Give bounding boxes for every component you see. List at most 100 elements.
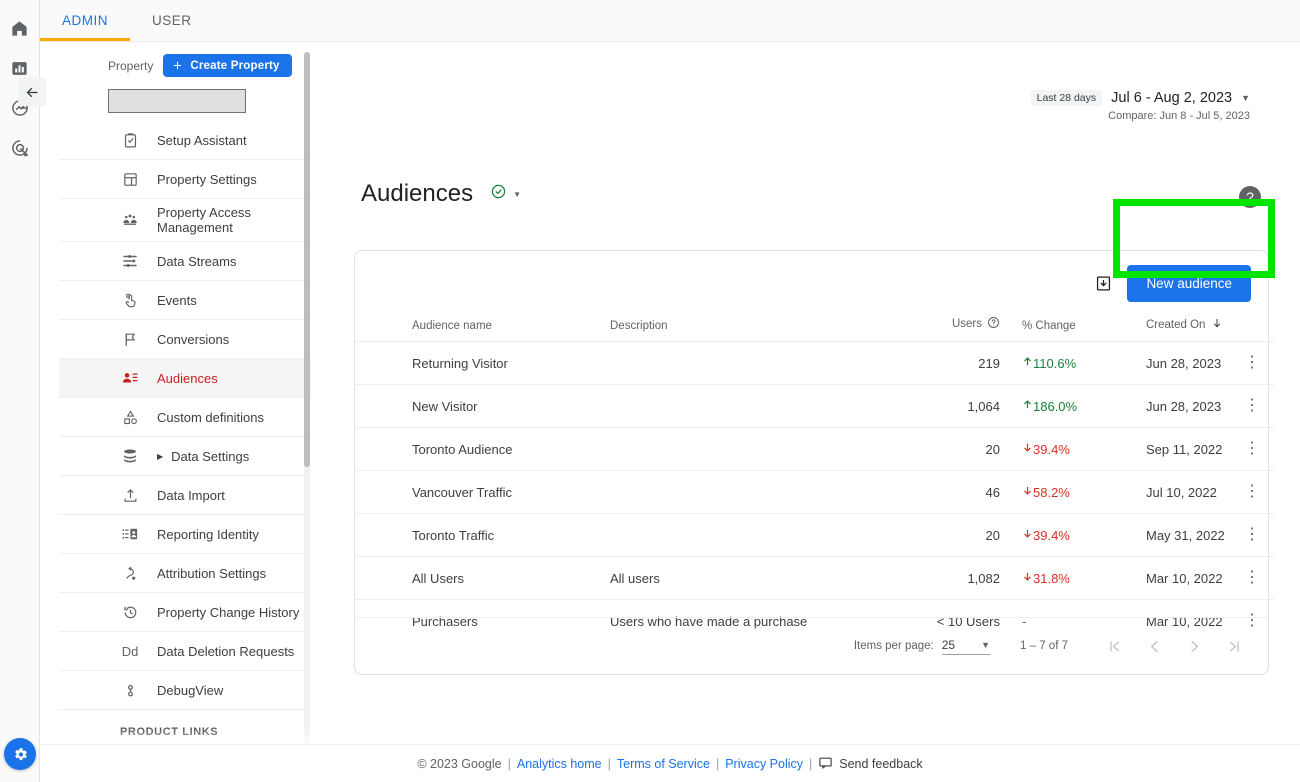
privacy-policy-link[interactable]: Privacy Policy — [725, 757, 803, 771]
date-range-value[interactable]: Jul 6 - Aug 2, 2023 — [1111, 90, 1232, 106]
cell-created-on: Jun 28, 2023 — [1110, 385, 1230, 428]
change-value: 31.8% — [1033, 571, 1070, 586]
row-more-options-icon[interactable]: ⋮ — [1244, 569, 1260, 586]
sidebar-item-attribution-settings[interactable]: Attribution Settings — [59, 554, 311, 593]
cell-created-on: Sep 11, 2022 — [1110, 428, 1230, 471]
property-label: Property — [108, 59, 153, 73]
table-row[interactable]: All UsersAll users1,08231.8%Mar 10, 2022… — [355, 557, 1274, 600]
people-icon — [120, 210, 140, 230]
cell-description — [610, 342, 895, 385]
column-header-description[interactable]: Description — [610, 316, 895, 342]
cell-description — [610, 385, 895, 428]
chevron-down-icon[interactable]: ▼ — [1241, 93, 1250, 103]
history-icon — [120, 602, 140, 622]
table-row[interactable]: Vancouver Traffic4658.2%Jul 10, 2022⋮ — [355, 471, 1274, 514]
sidebar-item-property-change-history[interactable]: Property Change History — [59, 593, 311, 632]
send-feedback-button[interactable]: Send feedback — [818, 755, 922, 773]
new-audience-button[interactable]: New audience — [1127, 265, 1251, 302]
home-icon[interactable] — [0, 8, 40, 48]
audience-status-chip[interactable]: ▼ — [483, 180, 528, 208]
property-selector-input[interactable] — [108, 89, 246, 113]
next-page-icon[interactable] — [1174, 626, 1214, 666]
table-row[interactable]: Returning Visitor219110.6%Jun 28, 2023⋮ — [355, 342, 1274, 385]
column-header-audience-name[interactable]: Audience name — [355, 316, 610, 342]
sidebar-item-label: Property Change History — [157, 605, 299, 620]
analytics-home-link[interactable]: Analytics home — [517, 757, 602, 771]
cell-audience-name[interactable]: New Visitor — [355, 385, 610, 428]
sidebar-section-product-links: PRODUCT LINKS — [59, 710, 311, 745]
column-header-change[interactable]: % Change — [1000, 316, 1110, 342]
last-page-icon[interactable] — [1214, 626, 1254, 666]
advertising-icon[interactable] — [0, 128, 40, 168]
sidebar-item-data-settings[interactable]: ▶ Data Settings — [59, 437, 311, 476]
first-page-icon[interactable] — [1094, 626, 1134, 666]
tab-admin[interactable]: ADMIN — [40, 0, 130, 41]
cell-change: 31.8% — [1000, 557, 1110, 600]
column-header-users[interactable]: Users — [895, 316, 1000, 342]
sidebar-item-setup-assistant[interactable]: Setup Assistant — [59, 121, 311, 160]
sidebar-item-custom-definitions[interactable]: Custom definitions — [59, 398, 311, 437]
cell-audience-name[interactable]: Returning Visitor — [355, 342, 610, 385]
svg-text:?: ? — [1246, 189, 1254, 205]
help-outline-icon[interactable] — [987, 316, 1000, 332]
chevron-down-icon: ▼ — [981, 640, 990, 650]
row-more-options-icon[interactable]: ⋮ — [1244, 526, 1260, 543]
table-row[interactable]: Toronto Traffic2039.4%May 31, 2022⋮ — [355, 514, 1274, 557]
terms-of-service-link[interactable]: Terms of Service — [617, 757, 710, 771]
row-more-options-icon[interactable]: ⋮ — [1244, 440, 1260, 457]
sidebar-item-property-settings[interactable]: Property Settings — [59, 160, 311, 199]
cell-users: 1,064 — [895, 385, 1000, 428]
footer-separator: | — [508, 757, 511, 771]
sidebar-item-data-streams[interactable]: Data Streams — [59, 242, 311, 281]
items-per-page-value: 25 — [942, 638, 955, 652]
sidebar-item-label: Custom definitions — [157, 410, 264, 425]
collapse-sidebar-button[interactable] — [18, 78, 46, 106]
sidebar-item-reporting-identity[interactable]: Reporting Identity — [59, 515, 311, 554]
row-more-options-icon[interactable]: ⋮ — [1244, 397, 1260, 414]
chevron-down-icon[interactable]: ▼ — [513, 190, 521, 199]
sidebar-item-label: Reporting Identity — [157, 527, 259, 542]
table-pagination: Items per page: 25 ▼ 1 – 7 of 7 — [355, 617, 1268, 674]
date-range-selector[interactable]: Last 28 days Jul 6 - Aug 2, 2023 ▼ Compa… — [1031, 90, 1250, 122]
cell-created-on: Jul 10, 2022 — [1110, 471, 1230, 514]
clipboard-check-icon — [120, 130, 140, 150]
download-icon[interactable] — [1094, 274, 1113, 293]
sliders-icon — [120, 251, 140, 271]
page-footer: © 2023 Google | Analytics home | Terms o… — [40, 744, 1300, 782]
table-row[interactable]: Toronto Audience2039.4%Sep 11, 2022⋮ — [355, 428, 1274, 471]
sidebar-item-label: Property Settings — [157, 172, 257, 187]
plus-icon — [171, 59, 184, 72]
sidebar-item-audiences[interactable]: Audiences — [59, 359, 311, 398]
prev-page-icon[interactable] — [1134, 626, 1174, 666]
sidebar-item-conversions[interactable]: Conversions — [59, 320, 311, 359]
help-button[interactable]: ? — [1238, 185, 1262, 214]
items-per-page-select[interactable]: 25 ▼ — [942, 638, 990, 655]
help-icon: ? — [1238, 185, 1262, 209]
sidebar-item-events[interactable]: Events — [59, 281, 311, 320]
cell-audience-name[interactable]: Toronto Audience — [355, 428, 610, 471]
sidebar-scrollbar-thumb[interactable] — [304, 52, 310, 467]
table-row[interactable]: New Visitor1,064186.0%Jun 28, 2023⋮ — [355, 385, 1274, 428]
feedback-icon — [818, 755, 833, 773]
table-header: Audience name Description Users % Change — [355, 316, 1274, 342]
chevron-right-icon[interactable]: ▶ — [157, 452, 163, 461]
cell-audience-name[interactable]: Toronto Traffic — [355, 514, 610, 557]
sidebar-item-data-import[interactable]: Data Import — [59, 476, 311, 515]
settings-fab-button[interactable] — [4, 738, 36, 770]
back-arrow-icon — [24, 84, 41, 101]
tab-user[interactable]: USER — [130, 0, 214, 41]
page-title: Audiences — [361, 180, 473, 208]
create-property-button[interactable]: Create Property — [163, 54, 291, 77]
sidebar-item-property-access-management[interactable]: Property Access Management — [59, 199, 311, 242]
tab-admin-label: ADMIN — [62, 13, 108, 28]
cell-audience-name[interactable]: All Users — [355, 557, 610, 600]
row-more-options-icon[interactable]: ⋮ — [1244, 483, 1260, 500]
change-down-icon — [1022, 570, 1033, 583]
sidebar-item-label: DebugView — [157, 683, 223, 698]
row-more-options-icon[interactable]: ⋮ — [1244, 354, 1260, 371]
cell-audience-name[interactable]: Vancouver Traffic — [355, 471, 610, 514]
sidebar-item-debugview[interactable]: DebugView — [59, 671, 311, 710]
sidebar-item-data-deletion-requests[interactable]: Dd Data Deletion Requests — [59, 632, 311, 671]
column-header-created-on[interactable]: Created On — [1110, 316, 1230, 342]
table-body: Returning Visitor219110.6%Jun 28, 2023⋮N… — [355, 342, 1274, 643]
